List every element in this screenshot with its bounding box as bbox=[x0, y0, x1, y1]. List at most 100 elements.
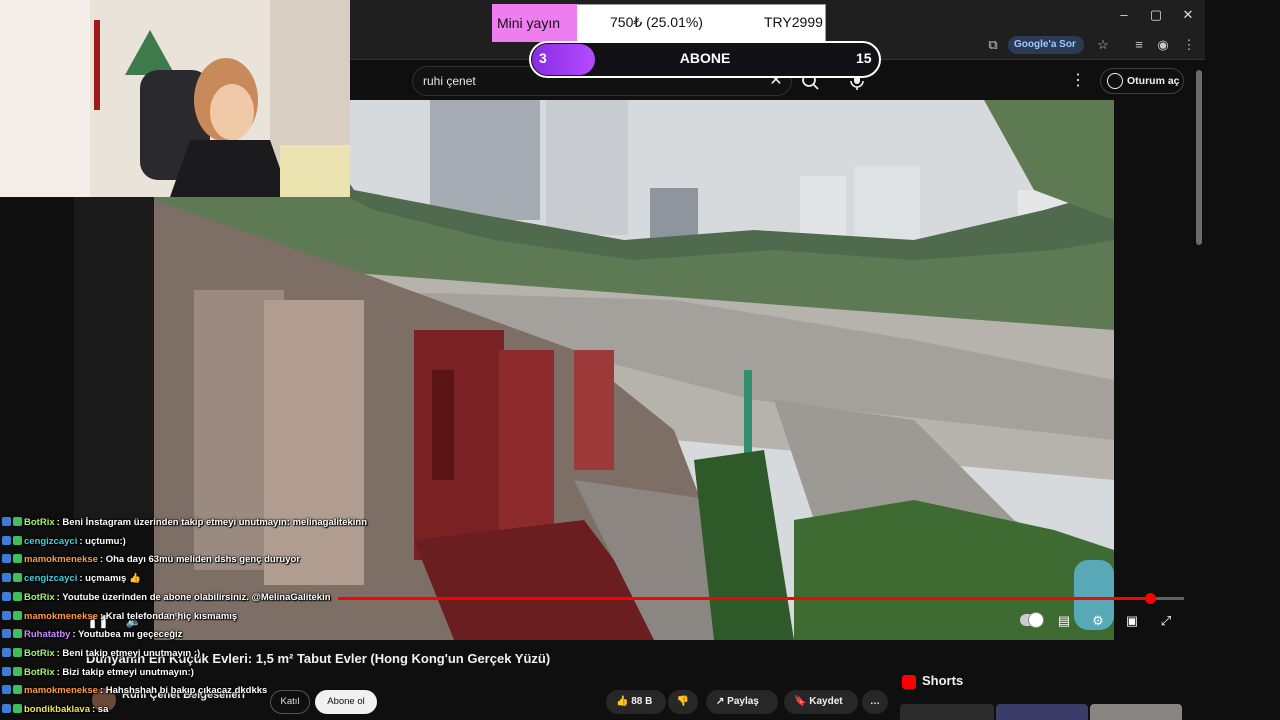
dislike-button[interactable]: 👎 bbox=[668, 690, 698, 714]
search-query: ruhi çenet bbox=[423, 74, 476, 88]
chat-message: BotRix: Bizi takip etmeyi unutmayın:) bbox=[2, 664, 194, 682]
signin-button[interactable]: Oturum aç bbox=[1100, 68, 1184, 94]
verified-icon bbox=[13, 629, 22, 639]
bookmark-icon: 🔖 bbox=[794, 696, 807, 707]
subscriber-target: 15 bbox=[856, 50, 872, 66]
webcam-feed bbox=[0, 0, 350, 197]
badge-icon bbox=[2, 554, 11, 564]
verified-icon bbox=[13, 554, 22, 564]
verified-icon bbox=[13, 647, 22, 657]
chat-message: BotRix: Youtube üzerinden de abone olabi… bbox=[2, 589, 331, 607]
save-label: Kaydet bbox=[809, 696, 843, 707]
chat-username[interactable]: BotRix bbox=[24, 592, 55, 603]
chat-username[interactable]: BotRix bbox=[24, 667, 55, 678]
progress-fill bbox=[338, 597, 1150, 600]
dislike-icon: 👎 bbox=[676, 696, 690, 707]
chat-username[interactable]: cengizcayci bbox=[24, 573, 77, 584]
like-count: 88 B bbox=[631, 696, 653, 707]
shorts-icon bbox=[902, 675, 916, 689]
chat-message: Ruhatatby: Youtubea mı geçeceğiz bbox=[2, 626, 182, 644]
subtitles-icon[interactable]: ▤ bbox=[1052, 610, 1076, 632]
chat-username[interactable]: mamokmenekse bbox=[24, 611, 98, 622]
chat-message: mamokmenekse: Oha dayı 63mü meliden dshs… bbox=[2, 551, 300, 569]
close-window-button[interactable]: ✕ bbox=[1172, 4, 1204, 26]
badge-icon bbox=[2, 610, 11, 620]
badge-icon bbox=[2, 517, 11, 526]
chat-username[interactable]: Ruhatatby bbox=[24, 629, 70, 640]
chat-text: : uçmamış 👍 bbox=[79, 573, 141, 585]
chat-message: mamokmenekse: Kral telefondan hiç kısmam… bbox=[2, 608, 237, 626]
stream-background-panel bbox=[74, 197, 154, 527]
chat-text: : uçtumu:) bbox=[79, 535, 126, 547]
badge-icon bbox=[2, 666, 11, 676]
short-thumbnail[interactable] bbox=[1090, 704, 1182, 720]
subscriber-current: 3 bbox=[539, 50, 547, 66]
verified-icon bbox=[13, 573, 22, 583]
chat-text: : Youtubea mı geçeceğiz bbox=[72, 629, 183, 641]
user-icon bbox=[1107, 73, 1123, 89]
chat-text: : Kral telefondan hiç kısmamış bbox=[99, 610, 238, 622]
badge-icon bbox=[2, 647, 11, 657]
chat-text: : Oha dayı 63mü meliden dshs genç duruyo… bbox=[99, 554, 301, 566]
chat-text: : sa bbox=[92, 704, 109, 715]
like-button[interactable]: 👍 88 B bbox=[606, 690, 666, 714]
maximize-button[interactable]: ▢ bbox=[1140, 4, 1172, 26]
badge-icon bbox=[2, 573, 11, 583]
chat-text: : Beni takip etmeyi unutmayın :) bbox=[56, 647, 201, 659]
verified-icon bbox=[13, 535, 22, 545]
chat-message: BotRix: Beni takip etmeyi unutmayın :) bbox=[2, 645, 200, 663]
mini-stream-label: Mini yayın bbox=[492, 4, 577, 42]
verified-icon bbox=[13, 685, 22, 695]
chat-username[interactable]: mamokmenekse bbox=[24, 554, 98, 565]
chat-username[interactable]: BotRix bbox=[24, 517, 55, 528]
chat-overlay: BotRix: Beni İnstagram üzerinden takip e… bbox=[0, 514, 400, 720]
badge-icon bbox=[2, 591, 11, 601]
like-icon: 👍 bbox=[616, 696, 629, 707]
media-control-icon[interactable]: ≡ bbox=[1128, 35, 1150, 55]
chat-message: bondikbaklava: sa bbox=[2, 701, 108, 719]
page-scrollbar[interactable] bbox=[1196, 70, 1202, 245]
share-button[interactable]: ↗ Paylaş bbox=[706, 690, 778, 714]
share-icon: ↗ bbox=[716, 696, 725, 707]
settings-icon[interactable]: ⚙ bbox=[1086, 610, 1110, 632]
stream-screen: – ▢ ✕ ⧉ Google'a Sor ☆ ≡ ◉ ⋮ ruhi çenet … bbox=[0, 0, 1280, 720]
short-thumbnail[interactable] bbox=[996, 704, 1088, 720]
mini-stream-amount: 750₺ (25.01%) bbox=[610, 14, 703, 30]
chat-message: mamokmenekse: Hahshshah bi bakıp çıkacaz… bbox=[2, 682, 267, 700]
short-thumbnail[interactable] bbox=[900, 704, 994, 720]
chat-username[interactable]: BotRix bbox=[24, 648, 55, 659]
verified-icon bbox=[13, 591, 22, 601]
chat-message: cengizcayci: uçmamış 👍 bbox=[2, 570, 141, 588]
chat-message: cengizcayci: uçtumu:) bbox=[2, 533, 126, 551]
profile-icon[interactable]: ◉ bbox=[1152, 35, 1174, 55]
google-ask-button[interactable]: Google'a Sor bbox=[1008, 36, 1084, 54]
chat-username[interactable]: cengizcayci bbox=[24, 536, 77, 547]
webcam-scene bbox=[0, 0, 350, 197]
verified-icon bbox=[13, 666, 22, 676]
chat-username[interactable]: mamokmenekse bbox=[24, 685, 98, 696]
chat-message: BotRix: Beni İnstagram üzerinden takip e… bbox=[2, 514, 367, 532]
progress-scrubber[interactable] bbox=[1145, 593, 1156, 604]
more-icon[interactable]: ⋮ bbox=[1068, 70, 1088, 92]
badge-icon bbox=[2, 685, 11, 695]
autoplay-toggle[interactable] bbox=[1020, 613, 1043, 627]
browser-menu-icon[interactable]: ⋮ bbox=[1178, 35, 1200, 55]
minimize-button[interactable]: – bbox=[1108, 4, 1140, 26]
verified-icon bbox=[13, 704, 22, 713]
badge-icon bbox=[2, 535, 11, 545]
pip-icon[interactable]: ▣ bbox=[1120, 610, 1144, 632]
subscriber-label: ABONE bbox=[679, 50, 731, 66]
verified-icon bbox=[13, 517, 22, 526]
chat-username[interactable]: bondikbaklava bbox=[24, 704, 90, 715]
chat-text: : Beni İnstagram üzerinden takip etmeyi … bbox=[56, 517, 368, 528]
chat-text: : Bizi takip etmeyi unutmayın:) bbox=[56, 666, 194, 678]
star-icon[interactable]: ☆ bbox=[1092, 35, 1114, 55]
more-actions-button[interactable]: … bbox=[862, 690, 888, 714]
cast-icon[interactable]: ⧉ bbox=[982, 35, 1004, 55]
save-button[interactable]: 🔖 Kaydet bbox=[784, 690, 858, 714]
verified-icon bbox=[13, 610, 22, 620]
shorts-heading: Shorts bbox=[922, 673, 964, 688]
fullscreen-icon[interactable]: ⤢ bbox=[1154, 610, 1178, 632]
chat-text: : Hahshshah bi bakıp çıkacaz dkdkks bbox=[99, 685, 268, 697]
mini-stream-target: TRY2999 bbox=[764, 14, 823, 30]
